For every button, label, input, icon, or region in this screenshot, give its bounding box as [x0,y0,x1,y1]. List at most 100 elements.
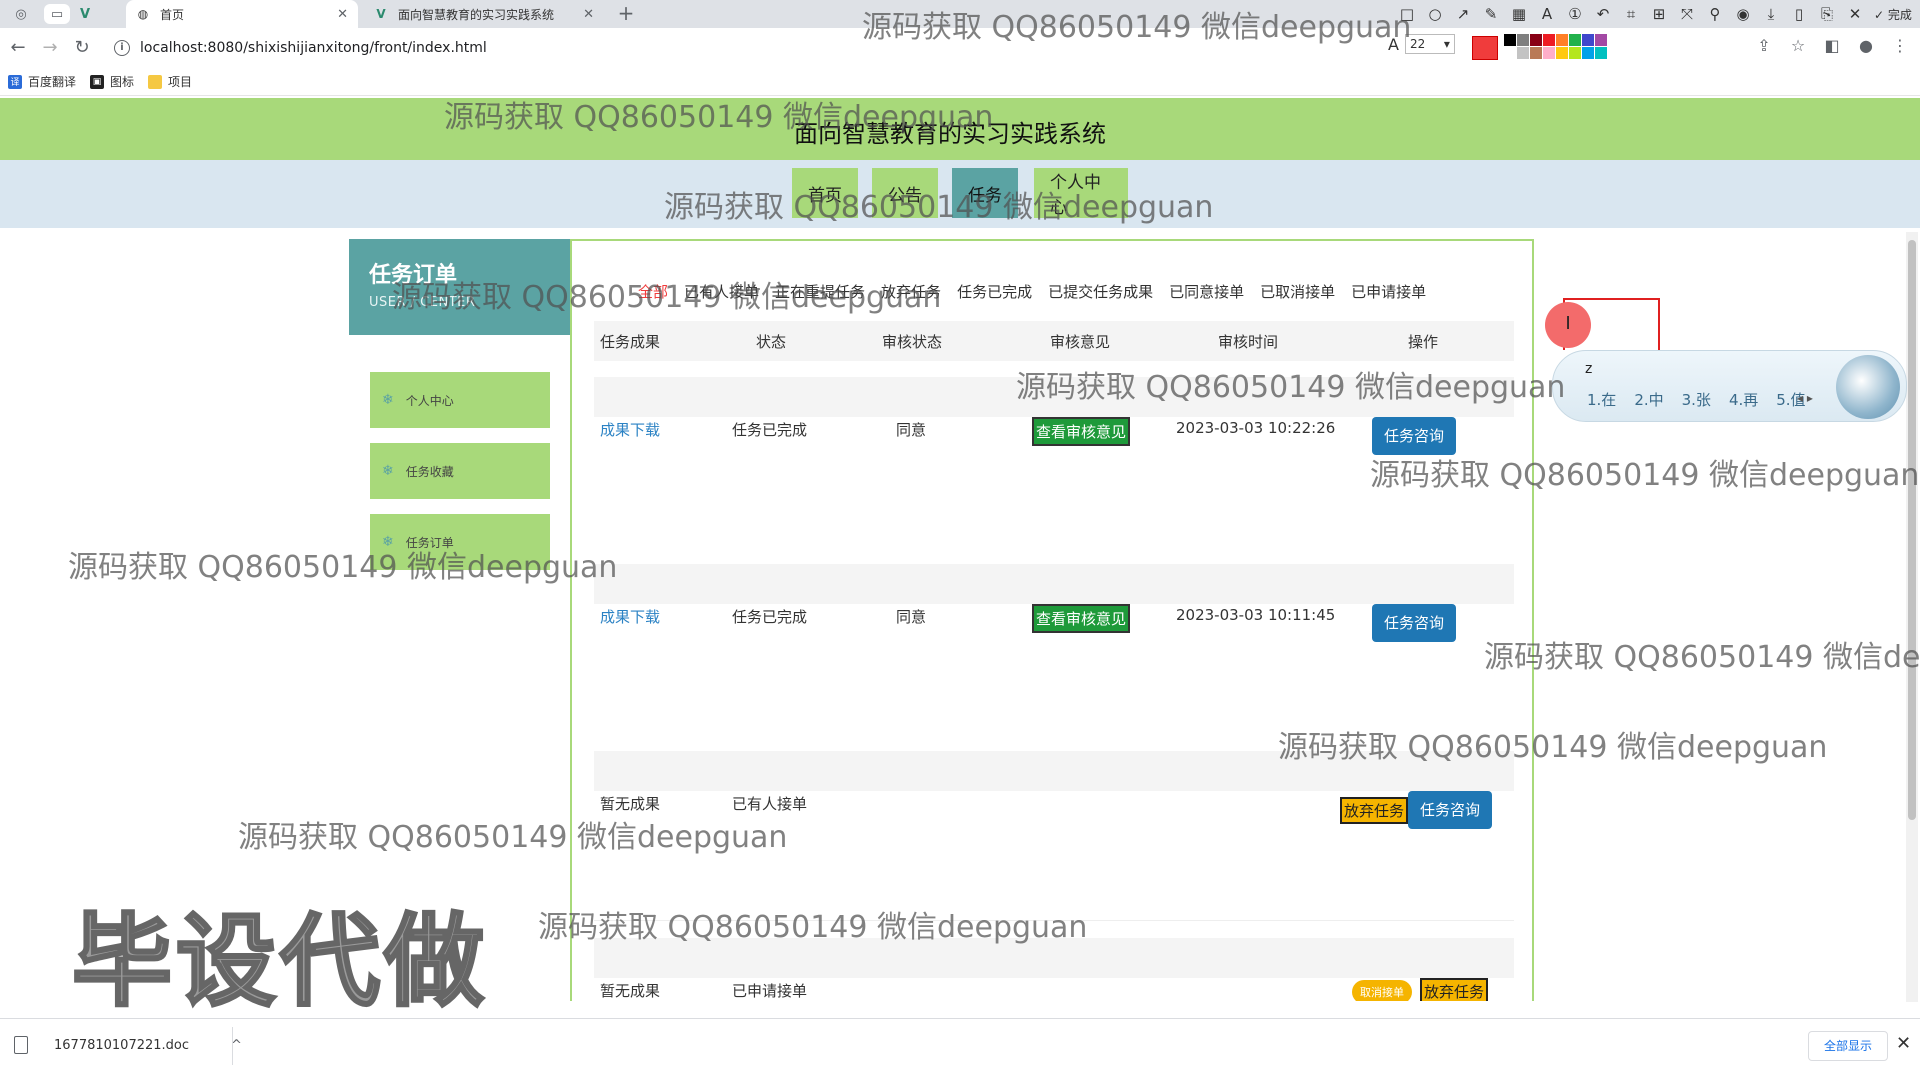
tab-home-title: 首页 [160,7,185,22]
star-icon[interactable]: ☆ [1786,36,1810,55]
task-consult-button[interactable]: 任务咨询 [1408,791,1493,829]
done-button[interactable]: ✓ 完成 [1874,6,1912,23]
view-opinion-button[interactable]: 查看审核意见 [1032,604,1131,633]
column-review-opinion: 审核意见 [1050,333,1111,351]
cancel-accept-button[interactable]: 取消接单 [1352,980,1412,1001]
color-swatch[interactable] [1595,34,1607,46]
reload-icon[interactable]: ↻ [70,36,94,60]
abandon-task-button[interactable]: 放弃任务 [1340,797,1409,824]
info-icon[interactable]: i [114,40,130,56]
snowflake-icon: ❄ [382,392,394,408]
close-icon[interactable]: ✕ [583,7,594,22]
ime-candidate[interactable]: 2.中 [1634,389,1663,410]
record-icon[interactable]: ◉ [1732,5,1754,23]
column-review-time: 审核时间 [1218,333,1279,351]
column-result: 任务成果 [600,333,661,351]
bookmark-label: 项目 [168,75,193,89]
back-icon[interactable]: ← [6,36,30,60]
sidebar-item-label: 任务收藏 [405,464,454,479]
ime-candidate[interactable]: 4.再 [1729,389,1758,410]
bookmark-translate[interactable]: 译 百度翻译 [8,73,76,90]
color-swatch[interactable] [1569,47,1581,59]
pinned-tab[interactable]: ▭ [44,4,70,24]
status-cell: 任务已完成 [732,421,808,439]
filter-submitted[interactable]: 已提交任务成果 [1048,281,1153,302]
font-size-select[interactable]: 22 ▾ [1404,34,1455,54]
orders-panel: 全部 已有人接单 正在重提任务 放弃任务 任务已完成 已提交任务成果 已同意接单… [570,239,1534,1001]
column-review-status: 审核状态 [882,333,943,351]
phone-icon[interactable]: ▯ [1788,5,1810,23]
scrollbar-thumb[interactable] [1908,240,1916,820]
download-icon[interactable]: ⤓ [1760,5,1782,23]
color-swatch[interactable] [1556,34,1568,46]
color-swatch[interactable] [1543,47,1555,59]
new-tab-button[interactable]: + [614,2,638,26]
result-download-link[interactable]: 成果下载 [600,419,660,440]
profile-icon[interactable]: ● [1854,36,1878,55]
bookmark-icon[interactable]: ⎘ [1816,5,1838,23]
color-swatch[interactable] [1517,47,1529,59]
color-swatch[interactable] [1582,34,1594,46]
ocr-icon[interactable]: ⊞ [1648,5,1670,23]
crop-icon[interactable]: ⌗ [1620,5,1642,23]
bookmark-icons[interactable]: ▣ 图标 [90,73,134,90]
color-swatch[interactable] [1504,34,1516,46]
download-filename: 1677810107221.doc [54,1037,190,1053]
abandon-task-button[interactable]: 放弃任务 [1420,978,1489,1001]
number-icon[interactable]: ① [1564,5,1586,23]
ime-candidate[interactable]: 1.在 [1587,389,1616,410]
color-swatch[interactable] [1504,47,1516,59]
arrow-icon[interactable]: ↗ [1452,5,1474,23]
color-swatch[interactable] [1556,47,1568,59]
color-swatch[interactable] [1595,47,1607,59]
task-consult-button[interactable]: 任务咨询 [1372,604,1457,642]
sidebar-item-favorites[interactable]: ❄ 任务收藏 [370,443,550,499]
text-icon[interactable]: A [1536,5,1558,23]
forward-icon[interactable]: → [38,36,62,60]
bookmark-project[interactable]: 项目 [148,73,192,90]
filter-applied[interactable]: 已申请接单 [1351,281,1426,302]
current-color-swatch[interactable] [1472,36,1498,60]
share-icon[interactable]: ⇪ [1752,36,1776,55]
sidepanel-icon[interactable]: ◧ [1820,36,1844,55]
color-swatch[interactable] [1517,34,1529,46]
menu-icon[interactable]: ⋮ [1888,36,1912,55]
mosaic-icon[interactable]: ▦ [1508,5,1530,23]
sidebar-item-user-center[interactable]: ❄ 个人中心 [370,372,550,428]
tab-home[interactable]: ◍ 首页 ✕ [126,0,358,28]
vue-tab-icon[interactable]: V [72,4,98,24]
color-swatch[interactable] [1530,47,1542,59]
filter-cancelled[interactable]: 已取消接单 [1260,281,1335,302]
color-swatch[interactable] [1582,47,1594,59]
review-status-cell: 同意 [896,608,927,626]
view-opinion-button[interactable]: 查看审核意见 [1032,417,1131,446]
status-cell: 已申请接单 [732,982,808,1000]
watermark: 源码获取 QQ86050149 微信deepguan [664,190,1214,225]
page-scrollbar[interactable] [1906,232,1918,1002]
ime-candidate[interactable]: 3.张 [1682,389,1711,410]
filter-completed[interactable]: 任务已完成 [957,281,1032,302]
download-item[interactable]: 1677810107221.doc ^ [14,1029,242,1061]
color-swatch[interactable] [1530,34,1542,46]
color-swatch[interactable] [1543,34,1555,46]
column-actions: 操作 [1408,333,1439,351]
close-icon[interactable]: ✕ [1844,5,1866,23]
color-palette[interactable] [1504,34,1607,59]
undo-icon[interactable]: ↶ [1592,5,1614,23]
result-download-link[interactable]: 成果下载 [600,606,660,627]
pin-icon[interactable]: ⚲ [1704,5,1726,23]
ellipse-icon[interactable]: ○ [1424,5,1446,23]
pen-icon[interactable]: ✎ [1480,5,1502,23]
close-icon[interactable]: ✕ [1896,1033,1911,1054]
watermark: 源码获取 QQ86050149 微信deepguan [238,820,788,855]
long-screenshot-icon[interactable]: ⤧ [1676,5,1698,23]
filter-approved[interactable]: 已同意接单 [1169,281,1244,302]
tab-search-icon[interactable]: ◎ [8,4,34,24]
tab-system[interactable]: V 面向智慧教育的实习实践系统 ✕ [364,0,604,28]
close-icon[interactable]: ✕ [337,7,348,22]
show-all-downloads-button[interactable]: 全部显示 [1808,1031,1888,1061]
ime-logo-icon [1836,355,1900,419]
ime-page-arrows-icon[interactable]: ◂ ▸ [1797,391,1813,405]
color-swatch[interactable] [1569,34,1581,46]
status-cell: 任务已完成 [732,608,808,626]
